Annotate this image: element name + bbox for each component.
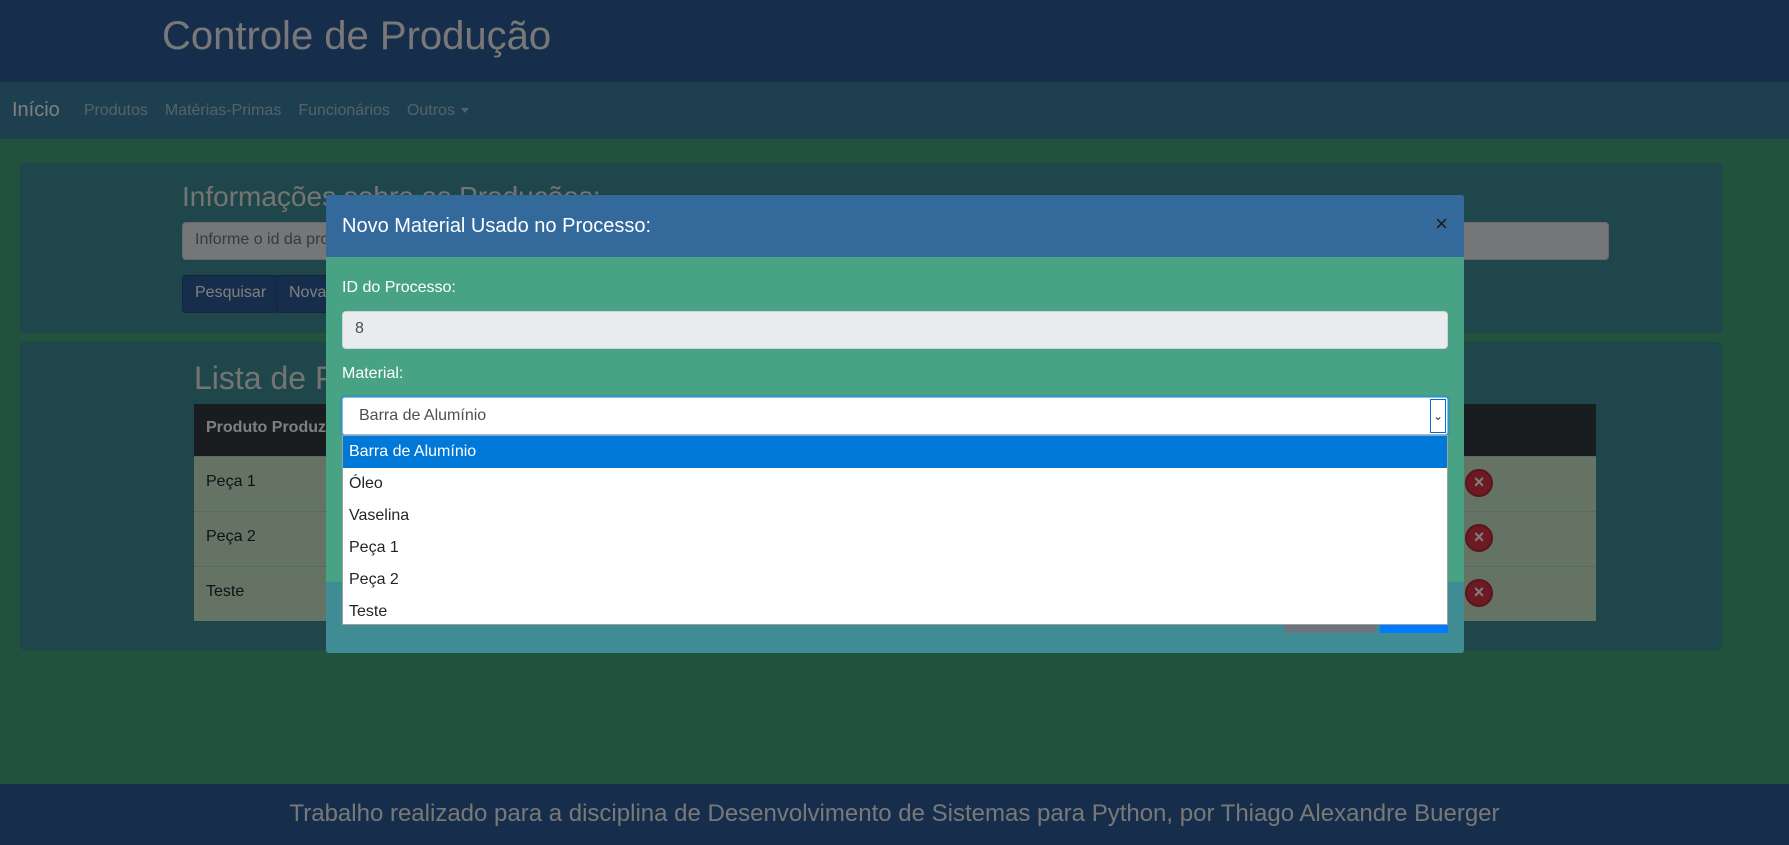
process-id-label: ID do Processo: xyxy=(342,279,456,296)
modal-title: Novo Material Usado no Processo: xyxy=(342,215,652,237)
option-peca-2[interactable]: Peça 2 xyxy=(343,564,1447,596)
close-icon[interactable]: × xyxy=(1435,211,1448,237)
option-peca-1[interactable]: Peça 1 xyxy=(343,532,1447,564)
material-label: Material: xyxy=(342,365,404,382)
option-oleo[interactable]: Óleo xyxy=(343,468,1447,500)
material-select-value: Barra de Alumínio xyxy=(359,407,487,424)
process-id-field: 8 xyxy=(342,311,1448,349)
option-vaselina[interactable]: Vaselina xyxy=(343,500,1447,532)
option-teste[interactable]: Teste xyxy=(343,596,1447,628)
material-select[interactable]: Barra de Alumínio ⌄ xyxy=(342,397,1448,435)
material-options-list: Barra de Alumínio Óleo Vaselina Peça 1 P… xyxy=(342,435,1448,625)
modal-header: Novo Material Usado no Processo: × xyxy=(326,195,1464,257)
option-barra-de-aluminio[interactable]: Barra de Alumínio xyxy=(343,436,1447,468)
chevron-down-icon[interactable]: ⌄ xyxy=(1430,399,1446,433)
